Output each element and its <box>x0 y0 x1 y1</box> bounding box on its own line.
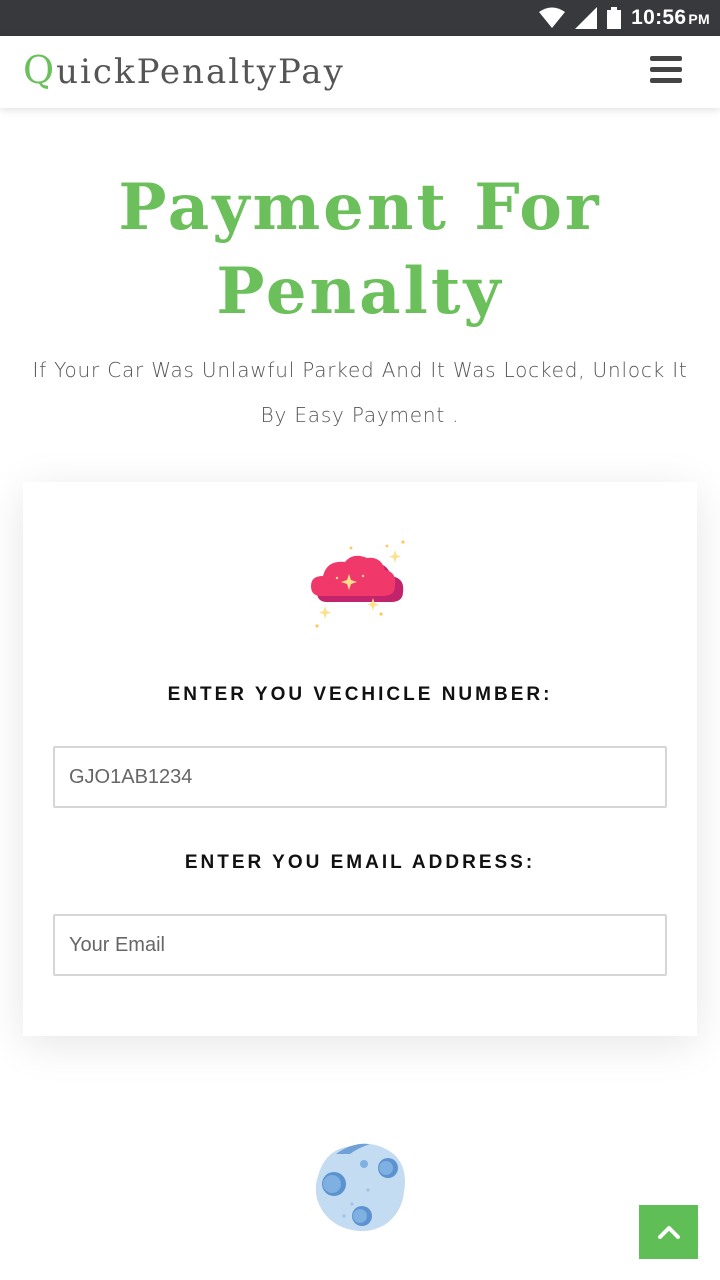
payment-form-card: ENTER YOU VECHICLE NUMBER: ENTER YOU EMA… <box>23 482 697 1036</box>
status-ampm: PM <box>688 11 710 27</box>
page-subtitle: If Your Car Was Unlawful Parked And It W… <box>32 358 688 427</box>
signal-icon <box>575 7 598 29</box>
back-to-top-button[interactable] <box>639 1205 698 1259</box>
email-address-label: ENTER YOU EMAIL ADDRESS: <box>184 852 536 873</box>
brand-logo[interactable]: QuickPenaltyPay <box>23 48 345 92</box>
page-title: Payment For Penalty <box>60 166 660 334</box>
brand-initial: Q <box>23 48 57 92</box>
hamburger-menu-icon[interactable] <box>650 56 682 86</box>
vehicle-number-label: ENTER YOU VECHICLE NUMBER: <box>167 684 553 705</box>
chevron-up-icon <box>657 1226 680 1239</box>
page-title-line2: Penalty <box>216 254 504 329</box>
wifi-icon <box>539 7 566 28</box>
status-icons: 10:56 PM <box>539 0 710 36</box>
email-input[interactable] <box>53 914 667 976</box>
moon-icon <box>315 1143 405 1232</box>
app-header: QuickPenaltyPay <box>0 36 720 108</box>
battery-icon <box>607 7 622 29</box>
vehicle-number-input[interactable] <box>53 746 667 808</box>
brand-name: uickPenaltyPay <box>56 52 345 92</box>
status-time: 10:56 PM <box>631 6 710 29</box>
page-title-line1: Payment For <box>118 170 602 245</box>
sparkle-cloud-icon <box>311 540 405 628</box>
status-bar: 10:56 PM <box>0 0 720 36</box>
